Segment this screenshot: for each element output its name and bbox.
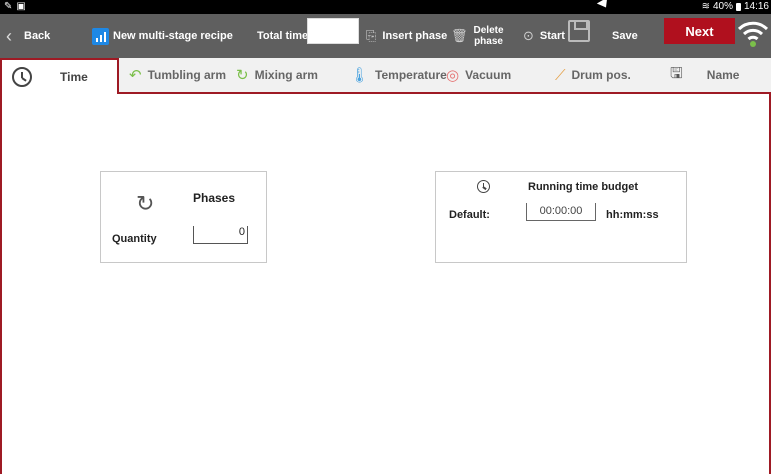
tab-vacuum-label: Vacuum — [465, 68, 512, 82]
tools-icon: ✎ — [4, 1, 13, 12]
default-time-field[interactable]: 00:00:00 — [526, 203, 596, 221]
clock-icon — [12, 67, 32, 87]
budget-title: Running time budget — [528, 181, 638, 193]
phases-title: Phases — [193, 191, 236, 205]
thermometer-icon: 🌡 — [350, 67, 370, 84]
trash-icon: 🗑 — [451, 28, 468, 43]
start-label: Start — [539, 30, 565, 42]
tab-mixing-arm[interactable]: ↻ Mixing arm — [236, 58, 318, 92]
screenshot-icon: ▣ — [16, 1, 26, 12]
next-button[interactable]: Next — [664, 18, 735, 44]
tab-drum-position[interactable]: ⟋ Drum pos. — [555, 58, 631, 92]
vacuum-icon: ◎ — [446, 67, 460, 84]
back-label: Back — [24, 30, 51, 42]
floppy-disk-icon — [568, 20, 590, 42]
tab-tumbling-arm[interactable]: ↶ Tumbling arm — [129, 58, 226, 92]
mixing-arm-icon: ↻ — [236, 67, 249, 84]
play-icon: ⊙ — [523, 28, 534, 43]
tab-vacuum[interactable]: ◎ Vacuum — [446, 58, 511, 92]
chevron-left-icon: ‹ — [6, 25, 12, 46]
total-time-label: Total time: — [257, 30, 312, 42]
insert-phase-icon: ⎘ — [366, 28, 377, 43]
phases-card: ↻ Phases Quantity 0 — [100, 171, 267, 263]
battery-percent: 40% — [712, 1, 733, 12]
back-button[interactable]: ‹ Back — [6, 14, 50, 58]
tab-name-label: Name — [706, 68, 740, 82]
tab-temperature-label: Temperature — [375, 68, 447, 82]
tab-bar: Time ↶ Tumbling arm ↻ Mixing arm 🌡 Tempe… — [0, 58, 771, 94]
insert-phase-label: Insert phase — [382, 30, 448, 42]
drum-position-icon: ⟋ — [555, 66, 566, 84]
tab-tumbling-label: Tumbling arm — [147, 68, 227, 82]
delete-label-line1: Delete — [473, 25, 504, 36]
floppy-disk-icon: 🖫 — [670, 64, 683, 82]
tab-mixing-label: Mixing arm — [254, 68, 318, 82]
quantity-field[interactable]: 0 — [193, 226, 248, 244]
battery-icon — [735, 2, 741, 11]
save-button[interactable]: Save — [612, 14, 638, 58]
default-label: Default: — [449, 209, 490, 221]
delete-phase-button[interactable]: 🗑 Delete phase — [451, 14, 504, 58]
tab-time[interactable]: Time — [0, 58, 119, 94]
save-label: Save — [612, 30, 638, 42]
time-unit-label: hh:mm:ss — [606, 209, 659, 221]
wifi-status-icon: ≋ — [701, 1, 710, 12]
wifi-icon — [737, 21, 769, 47]
quantity-label: Quantity — [112, 233, 157, 245]
insert-phase-button[interactable]: ⎘ Insert phase — [366, 14, 447, 58]
new-recipe-button[interactable]: New multi-stage recipe — [92, 14, 233, 58]
bar-chart-icon — [92, 27, 109, 45]
start-button[interactable]: ⊙ Start — [523, 14, 565, 58]
content-panel: ↻ Phases Quantity 0 Running time budget … — [0, 94, 771, 474]
total-time-field[interactable] — [307, 18, 359, 44]
tab-temperature[interactable]: 🌡 Temperature — [350, 58, 447, 92]
delete-label-line2: phase — [474, 36, 503, 47]
clock-time: 14:16 — [743, 1, 769, 12]
refresh-icon: ↻ — [136, 191, 155, 216]
clock-icon — [477, 180, 490, 193]
status-bar: ✎ ▣ ≋ 40% 14:16 — [0, 0, 771, 14]
toolbar: ‹ Back New multi-stage recipe Total time… — [0, 14, 771, 58]
tab-name[interactable]: 🖫 Name — [670, 58, 739, 92]
new-recipe-label: New multi-stage recipe — [113, 30, 233, 42]
running-time-budget-card: Running time budget Default: 00:00:00 hh… — [435, 171, 687, 263]
tumbling-arm-icon: ↶ — [129, 67, 142, 84]
tab-time-label: Time — [60, 70, 88, 84]
tab-drum-label: Drum pos. — [571, 68, 631, 82]
